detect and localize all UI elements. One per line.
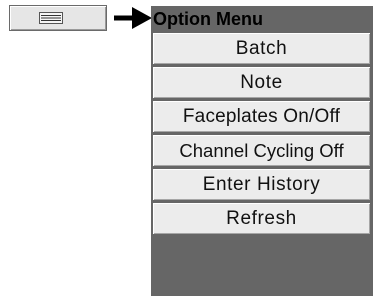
menu-item-channel-cycling[interactable]: Channel Cycling Off bbox=[153, 135, 370, 166]
hamburger-menu-icon bbox=[39, 12, 63, 24]
right-arrow-icon bbox=[114, 7, 152, 29]
menu-button[interactable] bbox=[9, 5, 107, 31]
menu-item-batch[interactable]: Batch bbox=[153, 33, 370, 64]
menu-item-enter-history[interactable]: Enter History bbox=[153, 169, 370, 200]
menu-item-note[interactable]: Note bbox=[153, 67, 370, 98]
option-menu: Option Menu Batch Note Faceplates On/Off… bbox=[151, 6, 373, 296]
option-menu-title: Option Menu bbox=[153, 9, 263, 29]
menu-item-faceplates-toggle[interactable]: Faceplates On/Off bbox=[153, 101, 370, 132]
menu-item-refresh[interactable]: Refresh bbox=[153, 203, 370, 234]
